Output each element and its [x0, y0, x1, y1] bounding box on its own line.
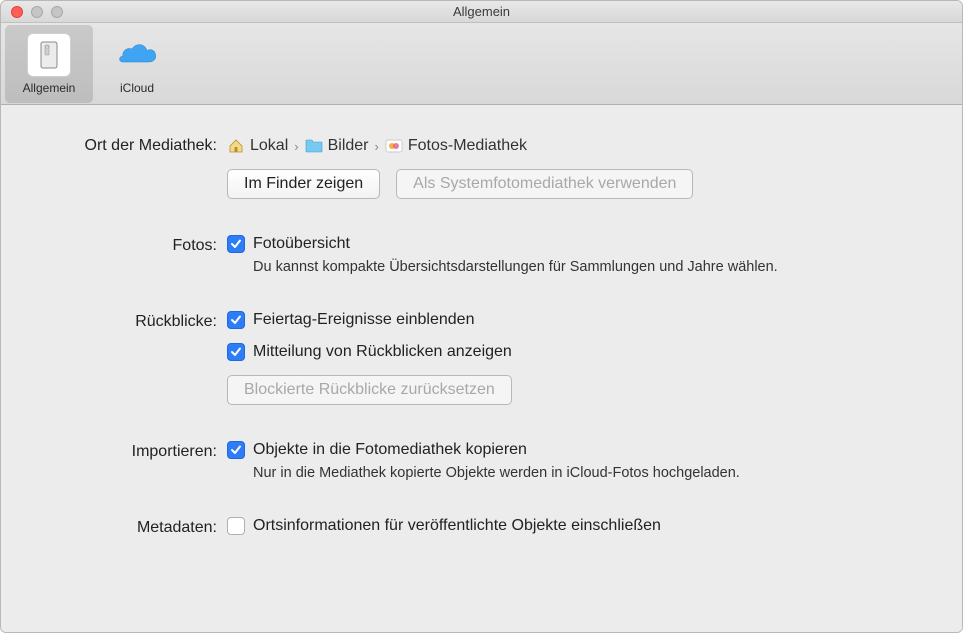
label-photos: Fotos: [37, 235, 227, 255]
checkbox-show-holidays[interactable]: Feiertag-Ereignisse einblenden [227, 311, 926, 329]
checkbox-icon [227, 441, 245, 459]
checkbox-label: Mitteilung von Rückblicken anzeigen [253, 343, 512, 361]
preferences-window: Allgemein Allgemein iCloud Ort der [0, 0, 963, 633]
tab-icloud[interactable]: iCloud [93, 25, 181, 103]
checkbox-show-memories-notification[interactable]: Mitteilung von Rückblicken anzeigen [227, 343, 926, 361]
label-memories: Rückblicke: [37, 311, 227, 331]
checkbox-icon [227, 235, 245, 253]
reset-blocked-memories-button[interactable]: Blockierte Rückblicke zurücksetzen [227, 375, 512, 405]
icloud-icon [115, 33, 159, 77]
minimize-button[interactable] [31, 6, 43, 18]
checkbox-label: Fotoübersicht [253, 235, 350, 253]
window-controls [1, 6, 63, 18]
tab-icloud-label: iCloud [120, 81, 154, 95]
checkbox-include-location[interactable]: Ortsinformationen für veröffentlichte Ob… [227, 517, 926, 535]
breadcrumb-label: Fotos-Mediathek [408, 137, 527, 155]
home-icon [227, 137, 245, 155]
content-pane: Ort der Mediathek: Lokal › Bilder [1, 105, 962, 632]
row-memories: Rückblicke: Feiertag-Ereignisse einblend… [37, 311, 926, 405]
folder-icon [305, 137, 323, 155]
breadcrumb-item-home[interactable]: Lokal [227, 137, 288, 155]
use-as-system-library-button[interactable]: Als Systemfotomediathek verwenden [396, 169, 693, 199]
tab-general-label: Allgemein [23, 81, 76, 95]
row-import: Importieren: Objekte in die Fotomediathe… [37, 441, 926, 481]
titlebar: Allgemein [1, 1, 962, 23]
toolbar: Allgemein iCloud [1, 23, 962, 105]
checkbox-copy-to-library[interactable]: Objekte in die Fotomediathek kopieren [227, 441, 926, 459]
show-in-finder-button[interactable]: Im Finder zeigen [227, 169, 380, 199]
row-metadata: Metadaten: Ortsinformationen für veröffe… [37, 517, 926, 537]
row-photos: Fotos: Fotoübersicht Du kannst kompakte … [37, 235, 926, 275]
close-button[interactable] [11, 6, 23, 18]
general-icon [27, 33, 71, 77]
window-title: Allgemein [1, 4, 962, 19]
label-import: Importieren: [37, 441, 227, 461]
breadcrumb-label: Lokal [250, 137, 288, 155]
photos-library-icon [385, 137, 403, 155]
chevron-right-icon: › [294, 139, 298, 154]
checkbox-label: Ortsinformationen für veröffentlichte Ob… [253, 517, 661, 535]
helper-copy-to-library: Nur in die Mediathek kopierte Objekte we… [227, 465, 926, 481]
breadcrumb-item-library[interactable]: Fotos-Mediathek [385, 137, 527, 155]
checkbox-icon [227, 311, 245, 329]
label-metadata: Metadaten: [37, 517, 227, 537]
label-library-location: Ort der Mediathek: [37, 135, 227, 155]
breadcrumb: Lokal › Bilder › Fotos-Mediath [227, 135, 926, 163]
tab-general[interactable]: Allgemein [5, 25, 93, 103]
zoom-button[interactable] [51, 6, 63, 18]
helper-summarize-photos: Du kannst kompakte Übersichtsdarstellung… [227, 259, 926, 275]
checkbox-icon [227, 343, 245, 361]
checkbox-summarize-photos[interactable]: Fotoübersicht [227, 235, 926, 253]
checkbox-label: Feiertag-Ereignisse einblenden [253, 311, 474, 329]
breadcrumb-label: Bilder [328, 137, 369, 155]
breadcrumb-item-folder[interactable]: Bilder [305, 137, 369, 155]
checkbox-label: Objekte in die Fotomediathek kopieren [253, 441, 527, 459]
chevron-right-icon: › [375, 139, 379, 154]
checkbox-icon [227, 517, 245, 535]
row-library-location: Ort der Mediathek: Lokal › Bilder [37, 135, 926, 199]
